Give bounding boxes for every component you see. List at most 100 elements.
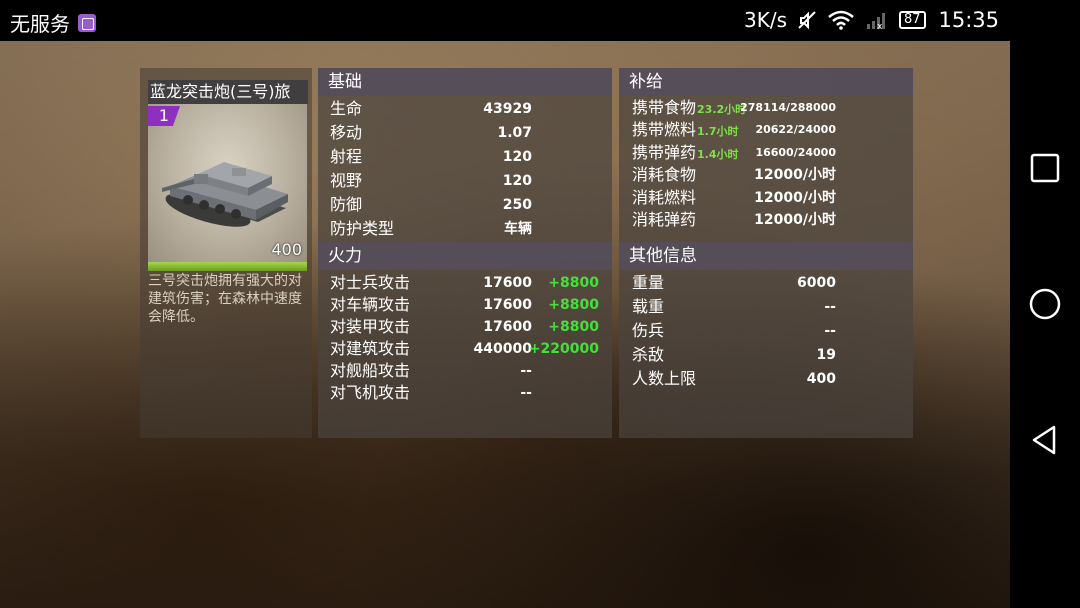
- wifi-icon: [828, 10, 854, 30]
- fire-label: 对车辆攻击: [330, 295, 411, 314]
- fire-label: 对飞机攻击: [330, 383, 411, 402]
- back-icon[interactable]: [1026, 421, 1064, 459]
- supply-label: 消耗燃料: [632, 187, 697, 207]
- basic-label: 移动: [330, 123, 363, 142]
- svg-text:x: x: [877, 22, 883, 30]
- fire-row: 对装甲攻击 17600 +8800: [330, 316, 602, 338]
- basic-row: 生命 43929: [330, 98, 602, 120]
- fire-label: 对装甲攻击: [330, 317, 411, 336]
- basic-label: 生命: [330, 99, 363, 118]
- navigation-bar: [1010, 41, 1080, 608]
- mute-icon: [798, 11, 816, 30]
- recent-apps-icon[interactable]: [1026, 149, 1064, 187]
- status-bar: 无服务 3K/s x 87 15:35: [0, 0, 1080, 41]
- supply-value: 12000/小时: [754, 212, 836, 228]
- supply-label: 携带燃料1.7小时: [632, 120, 739, 140]
- fire-row: 对士兵攻击 17600 +8800: [330, 272, 602, 294]
- supply-row: 携带弹药1.4小时 16600/24000: [632, 142, 904, 164]
- health-bar-fill: [148, 262, 307, 271]
- fire-bonus: +8800: [548, 275, 599, 291]
- fire-row: 对舰船攻击 --: [330, 360, 602, 382]
- basic-label: 射程: [330, 147, 363, 166]
- supply-label: 携带弹药1.4小时: [632, 142, 739, 162]
- fire-value: 440000: [473, 341, 532, 357]
- supply-row: 携带燃料1.7小时 20622/24000: [632, 119, 904, 141]
- basic-value: 43929: [483, 101, 532, 117]
- fire-bonus: +8800: [548, 297, 599, 313]
- signal-icon: x: [867, 13, 885, 30]
- fire-value: 17600: [483, 319, 532, 335]
- supply-header: 补给: [619, 68, 913, 96]
- other-value: 19: [816, 347, 836, 363]
- fire-value: --: [520, 385, 532, 401]
- supply-value: 16600/24000: [755, 145, 836, 159]
- basic-value: 120: [502, 173, 532, 189]
- fire-bonus: +220000: [528, 341, 599, 357]
- supply-label: 消耗弹药: [632, 210, 697, 229]
- network-speed: 3K/s: [744, 8, 787, 32]
- unit-name: 蓝龙突击炮(三号)旅: [148, 80, 308, 104]
- fire-label: 对士兵攻击: [330, 273, 411, 292]
- basic-label: 防护类型: [330, 219, 395, 238]
- fire-value: --: [520, 363, 532, 379]
- other-value: 6000: [797, 275, 836, 291]
- supply-value: 20622/24000: [755, 123, 836, 137]
- app-notification-icon: [78, 13, 96, 32]
- fire-row: 对飞机攻击 --: [330, 382, 602, 404]
- basic-label: 视野: [330, 171, 363, 190]
- fire-row: 对车辆攻击 17600 +8800: [330, 294, 602, 316]
- unit-description: 三号突击炮拥有强大的对建筑伤害；在森林中速度会降低。: [148, 273, 302, 325]
- other-label: 杀敌: [632, 345, 665, 364]
- basic-row: 移动 1.07: [330, 122, 602, 144]
- unit-count: 400: [271, 240, 302, 259]
- other-value: --: [824, 299, 836, 315]
- other-row: 杀敌 19: [632, 344, 904, 366]
- basic-value: 120: [502, 149, 532, 165]
- health-bar: [148, 262, 307, 271]
- basic-value: 车辆: [504, 221, 532, 237]
- assault-gun-tank-image: [162, 162, 288, 227]
- supply-row: 消耗弹药 12000/小时: [632, 209, 904, 231]
- other-value: 400: [806, 371, 836, 387]
- fire-label: 对建筑攻击: [330, 339, 411, 358]
- other-label: 重量: [632, 273, 665, 292]
- basic-row: 防护类型 车辆: [330, 218, 602, 240]
- supply-label: 携带食物23.2小时: [632, 98, 747, 117]
- supply-rate: 1.4小时: [697, 147, 739, 161]
- supply-label: 消耗食物: [632, 165, 697, 185]
- fire-row: 对建筑攻击 440000 +220000: [330, 338, 602, 360]
- fire-value: 17600: [483, 275, 532, 291]
- basic-row: 防御 250: [330, 194, 602, 216]
- other-row: 人数上限 400: [632, 368, 904, 390]
- supply-rate: 1.7小时: [697, 125, 739, 139]
- supply-rate: 23.2小时: [697, 103, 747, 116]
- other-label: 载重: [632, 297, 665, 316]
- supply-row: 消耗燃料 12000/小时: [632, 187, 904, 209]
- supply-value: 12000/小时: [754, 189, 836, 206]
- other-value: --: [824, 323, 836, 339]
- fire-bonus: +8800: [548, 319, 599, 335]
- basic-header: 基础: [318, 68, 612, 96]
- home-icon[interactable]: [1026, 285, 1064, 323]
- unit-portrait[interactable]: [148, 104, 307, 262]
- clock: 15:35: [938, 8, 999, 32]
- basic-label: 防御: [330, 195, 363, 214]
- other-label: 人数上限: [632, 369, 697, 388]
- fire-value: 17600: [483, 297, 532, 313]
- carrier-label: 无服务: [10, 12, 70, 36]
- basic-value: 1.07: [497, 125, 532, 141]
- supply-row: 消耗食物 12000/小时: [632, 164, 904, 186]
- supply-value: 278114/288000: [740, 101, 836, 114]
- other-label: 伤兵: [632, 321, 665, 340]
- supply-value: 12000/小时: [754, 167, 836, 184]
- firepower-header: 火力: [318, 242, 612, 270]
- basic-row: 视野 120: [330, 170, 602, 192]
- fire-label: 对舰船攻击: [330, 361, 411, 380]
- other-row: 伤兵 --: [632, 320, 904, 342]
- battery-icon: 87: [899, 11, 926, 29]
- other-header: 其他信息: [619, 242, 913, 270]
- supply-row: 携带食物23.2小时 278114/288000: [632, 97, 904, 119]
- other-row: 重量 6000: [632, 272, 904, 294]
- basic-value: 250: [502, 197, 532, 213]
- other-row: 载重 --: [632, 296, 904, 318]
